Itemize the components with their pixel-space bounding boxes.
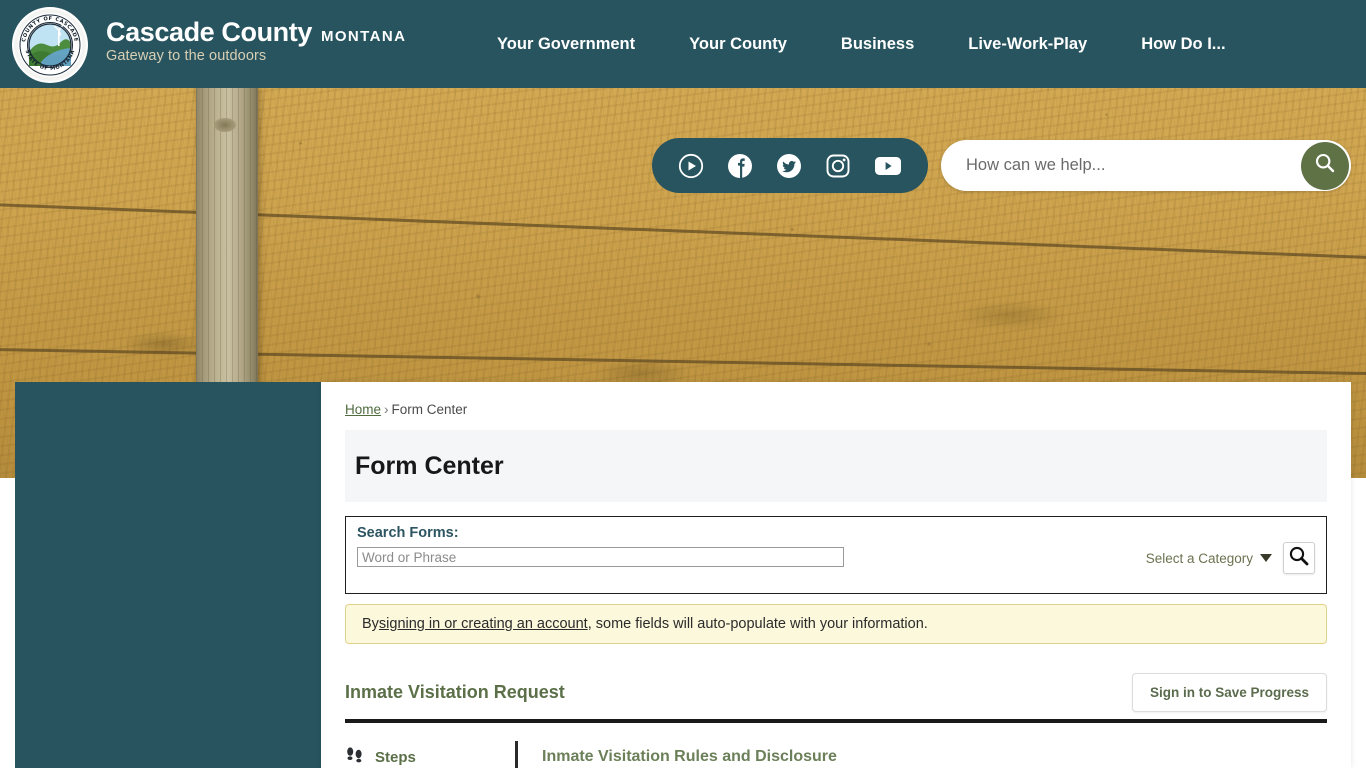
steps-label: Steps [375, 748, 416, 766]
youtube-icon[interactable] [874, 155, 902, 177]
site-header: COUNTY OF CASCADE STATE OF MONTANA Casca… [0, 0, 1366, 88]
category-dropdown-label: Select a Category [1145, 550, 1253, 566]
fence-post-knot [214, 118, 236, 132]
nav-item-how-do-i[interactable]: How Do I... [1114, 35, 1252, 54]
nav-item-your-government[interactable]: Your Government [470, 35, 662, 54]
facebook-icon[interactable] [727, 153, 753, 179]
main-content-panel: Home › Form Center Form Center Search Form… [321, 382, 1351, 768]
page-root: COUNTY OF CASCADE STATE OF MONTANA Casca… [0, 0, 1366, 768]
form-title: Inmate Visitation Request [345, 681, 565, 702]
form-steps-row: Steps Inmate Visitation Rules and Disclo… [345, 741, 1327, 768]
page-title-band: Form Center [345, 430, 1327, 502]
breadcrumb: Home › Form Center [345, 402, 1351, 417]
search-icon [1314, 152, 1336, 179]
form-divider-rule [345, 719, 1327, 723]
search-icon [1288, 545, 1310, 572]
steps-label-group: Steps [345, 745, 515, 768]
nav-item-business[interactable]: Business [814, 35, 941, 54]
signin-notice-banner: By signing in or creating an account, so… [345, 604, 1327, 644]
sign-in-to-save-progress-button[interactable]: Sign in to Save Progress [1131, 672, 1327, 712]
left-sidebar-panel [15, 382, 321, 768]
breadcrumb-current: Form Center [391, 402, 468, 417]
search-forms-controls: Select a Category [1146, 542, 1315, 574]
notice-signin-link[interactable]: signing in or creating an account [379, 616, 588, 632]
instagram-icon[interactable] [825, 153, 851, 179]
site-search-input[interactable] [941, 156, 1301, 175]
site-search-button[interactable] [1301, 141, 1349, 190]
chevron-down-icon [1260, 554, 1272, 562]
nav-item-live-work-play[interactable]: Live-Work-Play [941, 35, 1114, 54]
brand-state: MONTANA [320, 28, 407, 45]
current-step-title: Inmate Visitation Rules and Disclosure [542, 748, 837, 765]
footprints-icon [345, 745, 365, 768]
brand-tagline: Gateway to the outdoors [106, 48, 267, 65]
twitter-icon[interactable] [776, 153, 802, 179]
nav-item-your-county[interactable]: Your County [662, 35, 814, 54]
breadcrumb-separator: › [384, 402, 389, 417]
brand-block[interactable]: Cascade County MONTANA Gateway to the ou… [106, 17, 407, 65]
steps-vertical-divider [515, 741, 518, 768]
search-forms-panel: Search Forms: Select a Category [345, 516, 1327, 594]
search-forms-submit-button[interactable] [1283, 542, 1315, 574]
notice-prefix: By [362, 616, 379, 632]
category-dropdown[interactable]: Select a Category [1146, 551, 1272, 566]
page-title: Form Center [355, 451, 504, 480]
county-seal-logo[interactable]: COUNTY OF CASCADE STATE OF MONTANA [14, 9, 86, 81]
search-forms-label: Search Forms: [357, 525, 459, 541]
breadcrumb-home-link[interactable]: Home [345, 402, 381, 417]
primary-navigation: Your Government Your County Business Liv… [470, 0, 1253, 88]
notice-suffix: , some fields will auto-populate with yo… [587, 616, 928, 632]
search-forms-input[interactable] [357, 547, 844, 567]
site-search-box [941, 140, 1351, 191]
social-media-bar [652, 138, 928, 193]
form-header-row: Inmate Visitation Request Sign in to Sav… [345, 670, 1327, 714]
media-play-icon[interactable] [678, 153, 704, 179]
brand-name: Cascade County [106, 17, 312, 47]
